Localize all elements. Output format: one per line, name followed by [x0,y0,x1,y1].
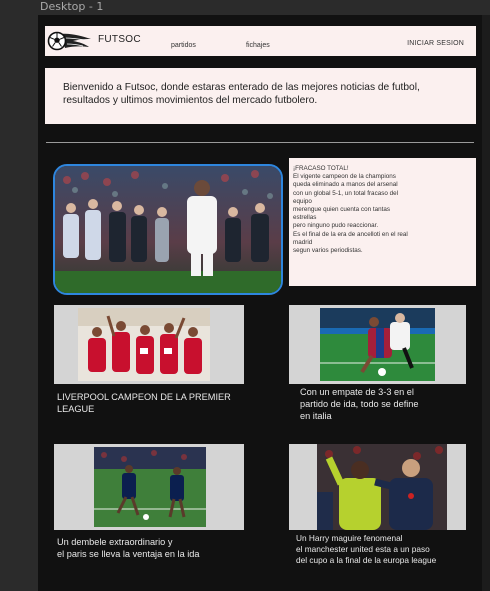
article-line: pero ninguno pudo reaccionar. [293,222,379,230]
caption-line: Un Harry maguire fenomenal [296,533,403,543]
match-photo [320,308,435,381]
caption-line: Un dembele extraordinario y [57,537,173,547]
news-caption-liverpool: LIVERPOOL CAMPEON DE LA PREMIER LEAGUE [57,391,231,415]
welcome-text: Bienvenido a Futsoc, donde estaras enter… [63,82,420,106]
news-card-maguire[interactable] [289,444,466,530]
article-line: merengue quien cuenta con tantas [293,206,390,214]
canvas-edge [482,15,490,591]
caption-line: LEAGUE [57,404,95,414]
psg-photo [94,447,206,527]
article-line: con un global 5-1, un total fracaso del [293,189,399,197]
caption-line: LIVERPOOL CAMPEON DE LA PREMIER [57,392,231,402]
brand-name[interactable]: FUTSOC [98,34,141,45]
navbar: FUTSOC partidos fichajes INICIAR SESION [45,26,476,56]
featured-photo [55,166,281,293]
news-caption-maguire: Un Harry maguire fenomenal el manchester… [296,533,436,566]
article-line: madrid [293,238,313,246]
desktop-frame: FUTSOC partidos fichajes INICIAR SESION … [38,15,482,591]
frame-label: Desktop - 1 [40,0,104,13]
news-caption-dembele: Un dembele extraordinario y el paris se … [57,536,200,560]
caption-line: del cupo a la final de la europa league [296,555,437,565]
news-card-liverpool[interactable] [54,305,244,384]
login-button[interactable]: INICIAR SESION [407,40,464,47]
featured-article[interactable]: ¡FRACASO TOTAL! El vigente campeon de la… [289,158,476,286]
news-card-empate[interactable] [289,305,466,384]
featured-image[interactable] [53,164,283,295]
manutd-photo [317,444,447,530]
article-line: segun varios periodistas. [293,247,363,255]
article-line: queda eliminado a manos del arsenal [293,181,398,189]
article-line: estrellas [293,214,317,222]
caption-line: Con un empate de 3-3 en el [300,387,414,397]
caption-line: el paris se lleva la ventaja en la ida [57,549,200,559]
liverpool-photo [78,308,210,381]
article-line: equipo [293,197,312,205]
news-card-dembele[interactable] [54,444,244,530]
news-caption-empate: Con un empate de 3-3 en el partido de id… [300,386,419,422]
article-line: ¡FRACASO TOTAL! [293,165,349,172]
caption-line: en italia [300,411,332,421]
section-divider [46,142,474,143]
article-line: Es el final de la era de ancelloti en el… [293,230,408,238]
soccer-ball-flame-icon[interactable] [47,30,93,52]
nav-link-partidos[interactable]: partidos [171,42,196,49]
welcome-banner: Bienvenido a Futsoc, donde estaras enter… [45,68,476,124]
article-line: El vigente campeon de la champions [293,173,396,181]
caption-line: el manchester united esta a un paso [296,544,430,554]
nav-link-fichajes[interactable]: fichajes [246,42,270,49]
caption-line: partido de ida, todo se define [300,399,419,409]
